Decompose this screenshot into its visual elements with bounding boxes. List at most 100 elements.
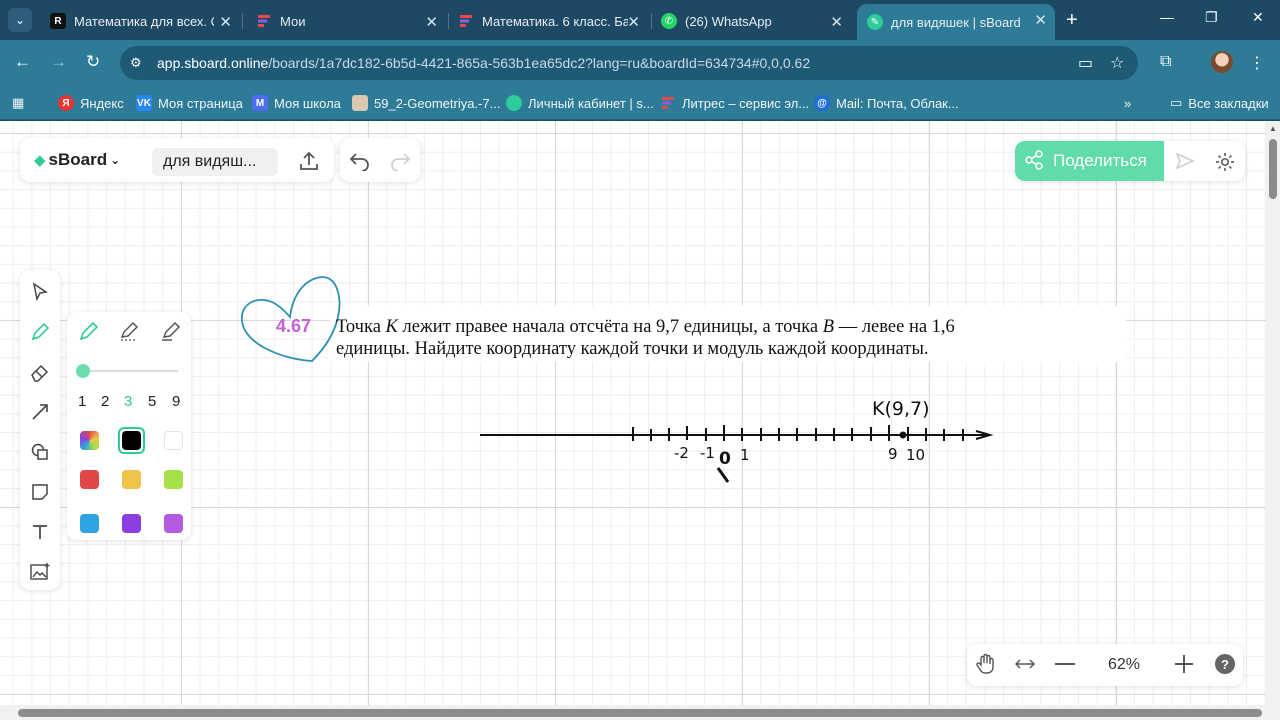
color-swatch-red[interactable] [80, 470, 99, 489]
pen-size-2[interactable]: 2 [101, 393, 109, 410]
menu-dots-icon[interactable]: ⋮ [1249, 53, 1265, 73]
gear-icon[interactable] [1214, 151, 1236, 178]
yandex-icon: Я [58, 95, 74, 111]
label-nine: 9 [888, 445, 898, 463]
pen-size-5[interactable]: 5 [148, 393, 156, 410]
new-tab-button[interactable]: + [1066, 9, 1078, 32]
doc-thumb-icon [352, 95, 368, 111]
tab-title: для видяшек | sBoard [891, 14, 1021, 30]
url-host: app.sboard.online [157, 55, 269, 71]
close-icon[interactable]: ✕ [627, 13, 640, 31]
help-icon[interactable]: ? [1215, 654, 1235, 674]
opacity-slider-track[interactable] [78, 370, 178, 372]
all-bookmarks[interactable]: ▭ Все закладки [1170, 93, 1269, 113]
bookmark-school[interactable]: M Моя школа [252, 93, 341, 113]
select-pointer-icon[interactable] [20, 272, 60, 312]
pen-size-9[interactable]: 9 [172, 393, 180, 410]
pen-tool-icon[interactable] [20, 312, 60, 352]
sboard-logo[interactable]: ◆ sBoard ⌄ [34, 150, 120, 170]
sboard-icon: ✎ [867, 14, 883, 30]
mail-icon: @ [814, 95, 830, 111]
bookmark-cabinet[interactable]: Личный кабинет | s... [506, 93, 654, 113]
arrow-line-icon[interactable] [20, 392, 60, 432]
vertical-scrollbar[interactable]: ▲ [1266, 121, 1280, 705]
tab-0[interactable]: R Математика для всех. Св ✕ [40, 6, 240, 36]
zoom-out-icon[interactable] [1055, 663, 1075, 665]
image-upload-icon[interactable] [20, 552, 60, 592]
bookmark-label: Моя страница [158, 95, 243, 111]
close-window-button[interactable]: ✕ [1252, 9, 1264, 26]
whatsapp-icon: ✆ [661, 13, 677, 29]
star-icon[interactable]: ☆ [1110, 53, 1124, 73]
shapes-icon[interactable] [20, 432, 60, 472]
color-swatch-black[interactable] [122, 431, 141, 450]
text-tool-icon[interactable] [20, 512, 60, 552]
pencil-type-icon[interactable] [119, 320, 141, 347]
sboard-icon [506, 95, 522, 111]
restore-button[interactable]: ❐ [1205, 9, 1218, 26]
close-icon[interactable]: ✕ [425, 13, 438, 31]
reload-icon[interactable]: ↻ [86, 52, 100, 72]
stack-icon [256, 13, 272, 29]
bookmark-vk[interactable]: VK Моя страница [136, 93, 243, 113]
send-icon[interactable] [1175, 152, 1195, 175]
zoom-in-icon[interactable] [1174, 654, 1194, 679]
hand-pan-icon[interactable] [975, 653, 997, 680]
pen-size-3-selected[interactable]: 3 [124, 393, 132, 410]
bookmark-yandex[interactable]: Я Яндекс [58, 93, 124, 113]
custom-color-swatch[interactable] [80, 431, 99, 450]
color-swatch-blue[interactable] [80, 514, 99, 533]
label-zero: 0 [719, 449, 731, 469]
task-statement: Точка K лежит правее начала отсчёта на 9… [336, 316, 1126, 360]
zoom-level[interactable]: 62% [1108, 656, 1140, 674]
tab-2[interactable]: Математика. 6 класс. Ба ✕ [448, 6, 648, 36]
tab-divider [242, 13, 243, 29]
task-var-b: B [822, 317, 835, 337]
close-icon[interactable]: ✕ [1034, 11, 1047, 29]
color-swatch-purple[interactable] [122, 514, 141, 533]
opacity-slider-handle[interactable] [76, 364, 90, 378]
pen-type-icon[interactable] [78, 320, 100, 347]
back-arrow-icon[interactable]: ← [14, 52, 31, 72]
pen-size-1[interactable]: 1 [78, 393, 86, 410]
url-text[interactable]: app.sboard.online/boards/1a7dc182-6b5d-4… [157, 55, 810, 71]
redo-icon[interactable] [388, 151, 412, 176]
tab-search-button[interactable]: ⌄ [8, 8, 32, 32]
color-swatch-green[interactable] [164, 470, 183, 489]
color-swatch-white[interactable] [164, 431, 183, 450]
chevron-down-icon: ⌄ [110, 153, 121, 167]
forward-arrow-icon[interactable]: → [50, 52, 67, 72]
color-swatch-violet[interactable] [164, 514, 183, 533]
color-swatch-yellow[interactable] [122, 470, 141, 489]
marker-type-icon[interactable] [160, 320, 182, 347]
tab-1[interactable]: Мои ✕ [246, 6, 446, 36]
clipboard-icon[interactable]: ▭ [1078, 53, 1093, 73]
bookmark-geometry[interactable]: 59_2-Geometriya.-7... [352, 93, 500, 113]
chevron-right-icon[interactable]: » [1124, 93, 1131, 113]
board-name-field[interactable]: для видяш... [152, 148, 278, 176]
number-line-ticks [632, 425, 964, 441]
extensions-icon[interactable]: ⧉ [1160, 53, 1171, 71]
close-icon[interactable]: ✕ [830, 13, 843, 31]
avatar[interactable] [1211, 51, 1233, 73]
bookmark-litres[interactable]: Литрес – сервис эл... [660, 93, 809, 113]
eraser-icon[interactable] [20, 352, 60, 392]
number-line-drawing[interactable]: -2 -1 0 1 9 10 K(9,7) [470, 380, 1010, 490]
close-icon[interactable]: ✕ [219, 13, 232, 31]
task-var-k: K [385, 317, 398, 337]
scroll-up-icon[interactable]: ▲ [1269, 124, 1277, 133]
bookmark-mail[interactable]: @ Mail: Почта, Облак... [814, 93, 959, 113]
sticky-note-icon[interactable] [20, 472, 60, 512]
horizontal-scrollbar[interactable] [0, 705, 1280, 720]
fit-width-icon[interactable] [1014, 656, 1036, 677]
site-settings-icon[interactable]: ⚙ [130, 55, 148, 71]
tab-4-active[interactable]: ✎ для видяшек | sBoard ✕ [857, 4, 1055, 40]
chevron-down-icon: ⌄ [14, 13, 26, 27]
minimize-button[interactable]: — [1160, 9, 1174, 25]
undo-icon[interactable] [348, 151, 372, 176]
scroll-thumb[interactable] [1269, 139, 1277, 199]
tab-3[interactable]: ✆ (26) WhatsApp ✕ [651, 6, 851, 36]
scroll-thumb[interactable] [18, 709, 1262, 717]
apps-grid-icon[interactable]: ▦ [12, 93, 24, 113]
upload-icon[interactable] [298, 150, 320, 177]
